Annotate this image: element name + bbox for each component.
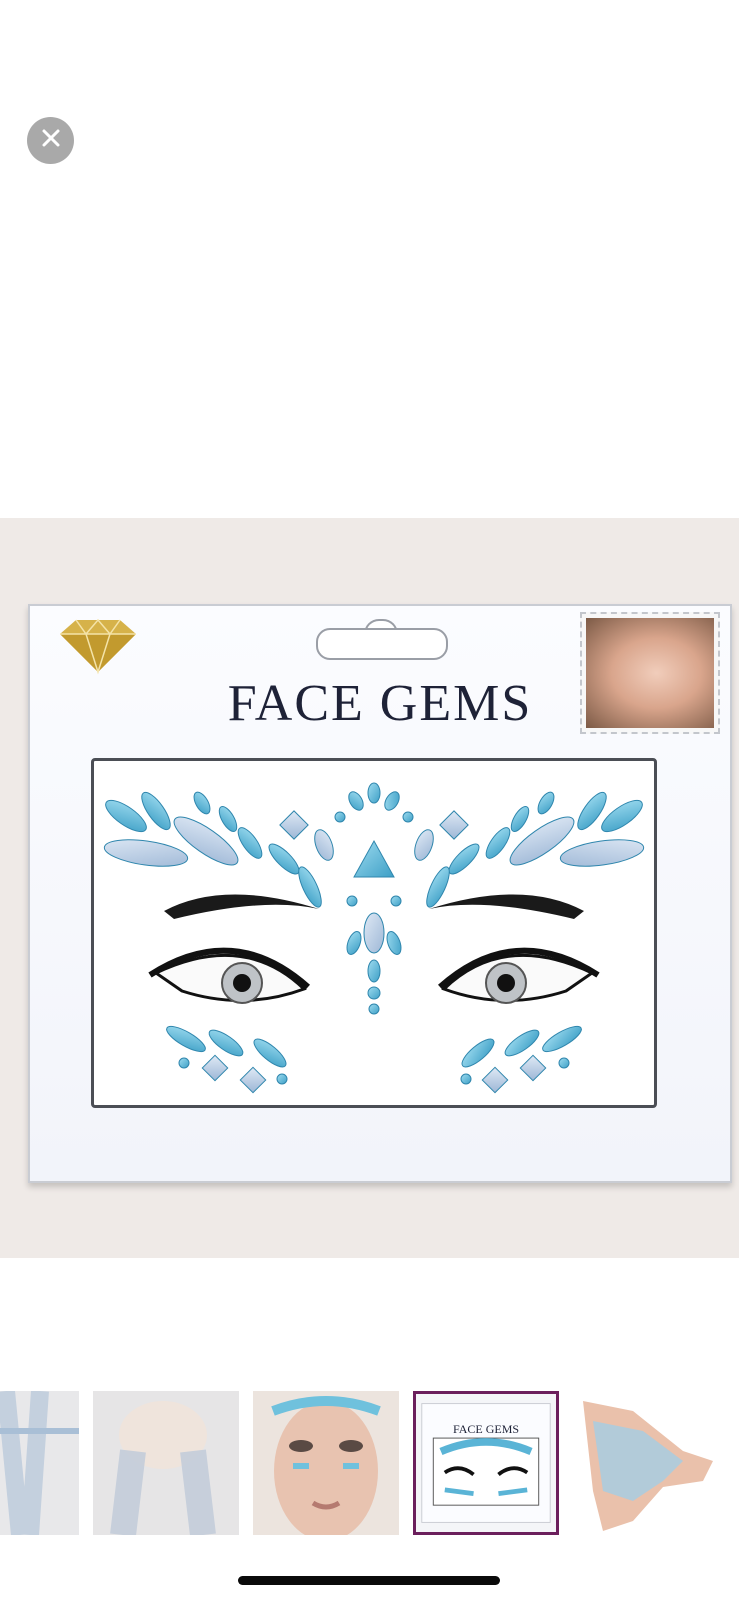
- hang-hole: [316, 628, 448, 660]
- close-button[interactable]: [27, 117, 74, 164]
- thumbnail-lace-stockings-front[interactable]: [0, 1391, 79, 1535]
- thumbnail-face-gems-package[interactable]: FACE GEMS: [413, 1391, 559, 1535]
- face-gems-package: FACE GEMS: [28, 604, 732, 1183]
- thumbnail-package-title: FACE GEMS: [452, 1422, 520, 1436]
- thumbnail-lace-gloves[interactable]: [573, 1391, 719, 1535]
- model-photo: [580, 612, 720, 734]
- diamond-logo-icon: [50, 616, 146, 676]
- gem-display-window: [91, 758, 657, 1108]
- thumbnail-strip: FACE GEMS: [0, 1391, 739, 1537]
- thumbnail-lace-stockings-back[interactable]: [93, 1391, 239, 1535]
- home-indicator[interactable]: [238, 1576, 500, 1585]
- product-image[interactable]: FACE GEMS: [0, 518, 739, 1258]
- thumbnail-model-face-gems[interactable]: [253, 1391, 399, 1535]
- close-icon: [41, 128, 61, 153]
